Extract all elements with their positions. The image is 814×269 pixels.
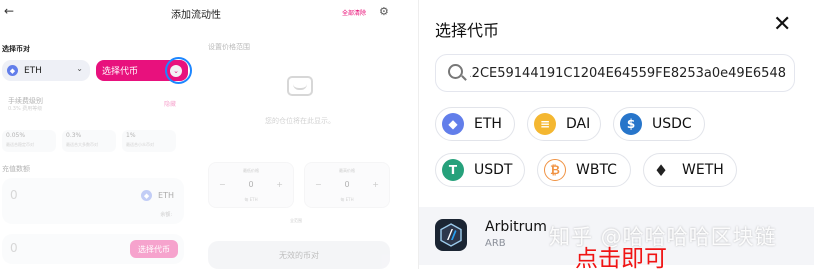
deposit-token-symbol: ETH	[158, 191, 174, 200]
fee-tier-toggle[interactable]: 隐藏	[164, 99, 176, 108]
token-chip-usdc[interactable]: $ USDC	[613, 107, 705, 141]
eth-icon: ◆	[141, 190, 153, 201]
position-placeholder: 您的仓位将在此显示。	[265, 117, 335, 125]
fee-tier-option[interactable]: 1% 最适合小众币对	[122, 130, 176, 152]
fee-tier-option[interactable]: 0.05% 最适合稳定币对	[2, 130, 56, 152]
select-token-button[interactable]: 选择代币	[130, 240, 178, 258]
token-chip-label: WBTC	[576, 162, 617, 178]
usdt-icon: T	[442, 159, 464, 181]
max-price-title: 最高价格	[339, 168, 355, 173]
max-price-unit: 每 ETH	[340, 197, 354, 202]
balance-label: 余额:	[160, 212, 172, 218]
token-result-name: Arbitrum	[485, 219, 547, 235]
clear-all-link[interactable]: 全部清除	[342, 8, 366, 17]
highlight-circle	[165, 57, 192, 84]
fee-tier-desc: 最适合稳定币对	[6, 142, 34, 147]
click-annotation: 点击即可	[575, 246, 667, 269]
min-price-unit: 每 ETH	[244, 197, 258, 202]
fee-tier-box: 手续费级别 0.3% 费用等级 隐藏 0.05% 最适合稳定币对 0.3% 最适…	[2, 94, 184, 156]
fee-tier-percent: 1%	[126, 132, 136, 139]
fee-tier-percent: 0.05%	[6, 132, 26, 139]
wbtc-icon: ₿	[544, 159, 566, 181]
token-result-symbol: ARB	[485, 238, 506, 249]
token-select-modal: 选择代币 ✕ ◆ ETH ≡ DAI $ USDC T USDT ₿ WBTC …	[418, 0, 814, 269]
search-input[interactable]	[470, 61, 786, 85]
token-chip-weth[interactable]: ♦ WETH	[643, 153, 737, 187]
price-range-label: 设置价格范围	[208, 43, 250, 51]
screenshot-root: ← 添加流动性 全部清除 ⚙ 选择币对 ◆ ETH ⌄ 选择代币 ⌄ 手续费级别…	[0, 0, 814, 269]
token-b-select-button[interactable]: 选择代币 ⌄	[96, 57, 192, 84]
token-chip-label: DAI	[566, 116, 591, 132]
usdc-icon: $	[620, 113, 642, 135]
token-search-box[interactable]	[435, 54, 795, 92]
deposit-label: 充值数额	[2, 165, 30, 173]
token-chip-label: USDC	[652, 116, 692, 132]
deposit-amount: 0	[10, 188, 18, 202]
min-price-title: 最低价格	[243, 168, 259, 173]
weth-icon: ♦	[650, 159, 672, 181]
full-range-button[interactable]: 全范围	[290, 218, 302, 224]
deposit-token: ◆ ETH	[141, 190, 174, 201]
gear-icon[interactable]: ⚙	[379, 5, 389, 18]
fee-tier-desc: 最适合大多数币对	[66, 142, 98, 147]
token-b-select-label: 选择代币	[102, 67, 139, 77]
page-title: 添加流动性	[171, 10, 221, 21]
token-result-row[interactable]: Arbitrum ARB 知乎 @哈哈哈哈区块链 点击即可	[419, 207, 814, 269]
max-price-box: 最高价格 − 0 + 每 ETH	[304, 162, 390, 208]
inbox-icon	[287, 76, 313, 96]
fee-tier-percent: 0.3%	[66, 132, 82, 139]
eth-icon: ◆	[7, 65, 18, 76]
search-icon	[448, 64, 463, 79]
token-chip-eth[interactable]: ◆ ETH	[435, 107, 515, 141]
close-icon[interactable]: ✕	[773, 12, 791, 37]
token-a-select[interactable]: ◆ ETH ⌄	[2, 60, 90, 81]
token-chip-label: ETH	[474, 116, 502, 132]
arrow-left-icon[interactable]: ←	[4, 4, 14, 18]
pair-label: 选择币对	[2, 45, 30, 53]
fee-tier-desc: 最适合小众币对	[126, 142, 154, 147]
modal-title: 选择代币	[435, 21, 500, 40]
arbitrum-icon	[435, 219, 467, 251]
token-chip-label: WETH	[682, 162, 724, 178]
token-chip-wbtc[interactable]: ₿ WBTC	[537, 153, 631, 187]
arbitrum-logo	[440, 223, 462, 247]
token-chip-usdt[interactable]: T USDT	[435, 153, 525, 187]
increment-button[interactable]: +	[276, 180, 283, 189]
increment-button[interactable]: +	[372, 180, 379, 189]
token-a-symbol: ETH	[24, 65, 42, 76]
fee-tier-subtitle: 0.3% 费用等级	[8, 106, 43, 112]
eth-icon: ◆	[442, 113, 464, 135]
fee-tier-option[interactable]: 0.3% 最适合大多数币对	[62, 130, 116, 152]
deposit-amount: 0	[10, 241, 18, 255]
deposit-input-1[interactable]: 0 ◆ ETH 余额:	[2, 178, 184, 224]
token-chip-dai[interactable]: ≡ DAI	[527, 107, 601, 141]
invalid-pair-button: 无效的币对	[208, 241, 390, 269]
chevron-down-icon: ⌄	[76, 64, 83, 73]
dai-icon: ≡	[534, 113, 556, 135]
token-chip-label: USDT	[474, 162, 513, 178]
min-price-box: 最低价格 − 0 + 每 ETH	[208, 162, 294, 208]
add-liquidity-panel: ← 添加流动性 全部清除 ⚙ 选择币对 ◆ ETH ⌄ 选择代币 ⌄ 手续费级别…	[0, 0, 398, 269]
deposit-input-2[interactable]: 0 选择代币	[2, 234, 184, 264]
